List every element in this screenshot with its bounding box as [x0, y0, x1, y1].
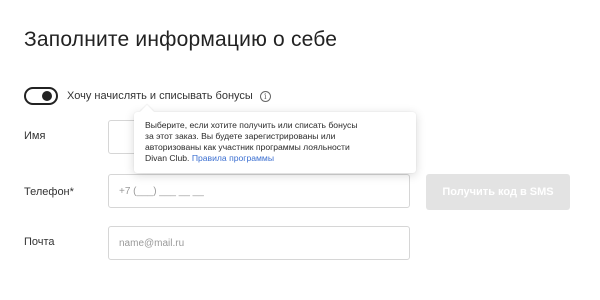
tooltip-line: Выберите, если хотите получить или списа… [145, 120, 358, 130]
phone-input[interactable]: +7 (___) ___ __ __ [108, 174, 410, 208]
name-label: Имя [24, 130, 46, 142]
phone-label: Телефон* [24, 186, 74, 198]
email-input[interactable]: name@mail.ru [108, 226, 410, 260]
bonus-tooltip: Выберите, если хотите получить или списа… [134, 104, 416, 173]
toggle-knob [42, 91, 52, 101]
tooltip-arrow [139, 104, 155, 120]
tooltip-club-name: Divan Club. [145, 153, 190, 163]
info-icon[interactable]: i [259, 90, 271, 102]
get-sms-code-button[interactable]: Получить код в SMS [426, 174, 570, 210]
tooltip-line: авторизованы как участник программы лоял… [145, 142, 350, 152]
page-title: Заполните информацию о себе [24, 28, 338, 51]
tooltip-line: за этот заказ. Вы будете зарегистрирован… [145, 131, 336, 141]
email-label: Почта [24, 236, 55, 248]
bonus-label: Хочу начислять и списывать бонусы [67, 90, 253, 102]
bonus-row: Хочу начислять и списывать бонусы i [24, 86, 271, 106]
tooltip-last-line: Divan Club. Правила программы [145, 153, 407, 164]
bonus-toggle[interactable] [24, 87, 58, 105]
program-rules-link[interactable]: Правила программы [192, 153, 274, 163]
tooltip-text: Выберите, если хотите получить или списа… [145, 120, 407, 164]
